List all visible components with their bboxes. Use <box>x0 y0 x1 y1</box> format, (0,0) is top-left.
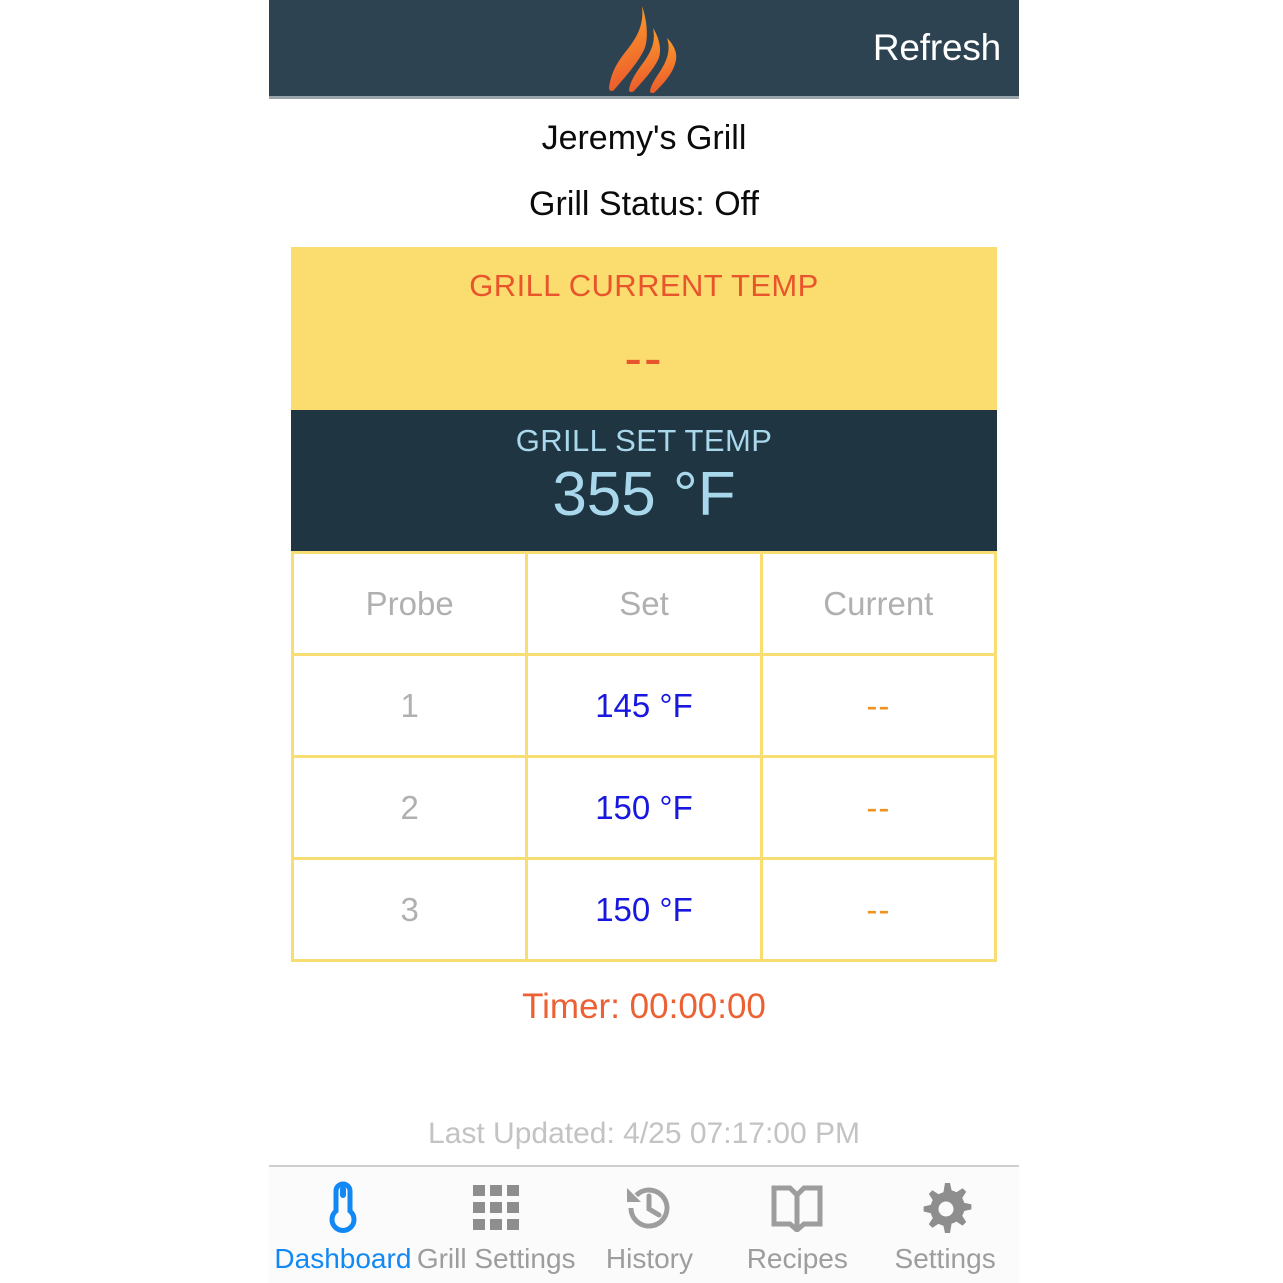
tab-dashboard[interactable]: Dashboard <box>269 1179 417 1275</box>
thermometer-icon <box>323 1179 363 1237</box>
column-header-probe: Probe <box>290 551 529 656</box>
table-header-row: Probe Set Current <box>290 551 998 656</box>
grill-set-temp-value: 355 °F <box>552 460 736 529</box>
probe-table: Probe Set Current 1 145 °F -- 2 150 °F -… <box>290 551 998 962</box>
timer-display: Timer: 00:00:00 <box>522 987 766 1026</box>
tab-settings[interactable]: Settings <box>871 1179 1019 1275</box>
open-book-icon <box>770 1179 824 1237</box>
probe-current-temp: -- <box>759 755 998 860</box>
flame-logo-icon <box>596 2 692 96</box>
grid-icon <box>471 1179 521 1237</box>
app-header: Refresh <box>269 0 1019 99</box>
bottom-tab-bar: Dashboard Grill Settings History Recipes… <box>269 1165 1019 1283</box>
device-info-block: Jeremy's Grill Grill Status: Off <box>269 99 1019 247</box>
table-row: 2 150 °F -- <box>290 755 998 860</box>
grill-status: Grill Status: Off <box>529 185 759 223</box>
last-updated-text: Last Updated: 4/25 07:17:00 PM <box>428 1117 860 1150</box>
grill-set-temp-label: GRILL SET TEMP <box>515 423 773 458</box>
grill-current-temp-panel[interactable]: GRILL CURRENT TEMP -- <box>291 247 997 410</box>
tab-history[interactable]: History <box>576 1179 724 1275</box>
probe-set-temp[interactable]: 145 °F <box>525 653 763 758</box>
refresh-button[interactable]: Refresh <box>873 27 1001 69</box>
tab-label-dashboard: Dashboard <box>274 1243 412 1274</box>
probe-number: 3 <box>290 857 529 962</box>
tab-recipes[interactable]: Recipes <box>723 1179 871 1275</box>
app-root: Refresh Jeremy's Grill Grill Status: Off… <box>269 0 1019 1283</box>
grill-set-temp-panel[interactable]: GRILL SET TEMP 355 °F <box>291 410 997 551</box>
clock-rewind-icon <box>621 1179 677 1237</box>
tab-label-history: History <box>605 1243 694 1274</box>
table-row: 1 145 °F -- <box>290 653 998 758</box>
tab-grill-settings[interactable]: Grill Settings <box>417 1179 576 1275</box>
table-row: 3 150 °F -- <box>290 857 998 962</box>
probe-current-temp: -- <box>759 653 998 758</box>
grill-current-temp-label: GRILL CURRENT TEMP <box>469 268 819 303</box>
probe-number: 1 <box>290 653 529 758</box>
probe-set-temp[interactable]: 150 °F <box>525 755 763 860</box>
probe-number: 2 <box>290 755 529 860</box>
column-header-set: Set <box>525 551 763 656</box>
tab-label-grill-settings: Grill Settings <box>416 1243 576 1274</box>
probe-current-temp: -- <box>759 857 998 962</box>
grill-current-temp-value: -- <box>624 329 664 388</box>
tab-label-settings: Settings <box>894 1243 996 1274</box>
device-name: Jeremy's Grill <box>541 119 747 157</box>
gear-icon <box>918 1179 972 1237</box>
probe-set-temp[interactable]: 150 °F <box>525 857 763 962</box>
temperature-panels: GRILL CURRENT TEMP -- GRILL SET TEMP 355… <box>290 247 998 962</box>
column-header-current: Current <box>759 551 998 656</box>
tab-label-recipes: Recipes <box>746 1243 848 1274</box>
